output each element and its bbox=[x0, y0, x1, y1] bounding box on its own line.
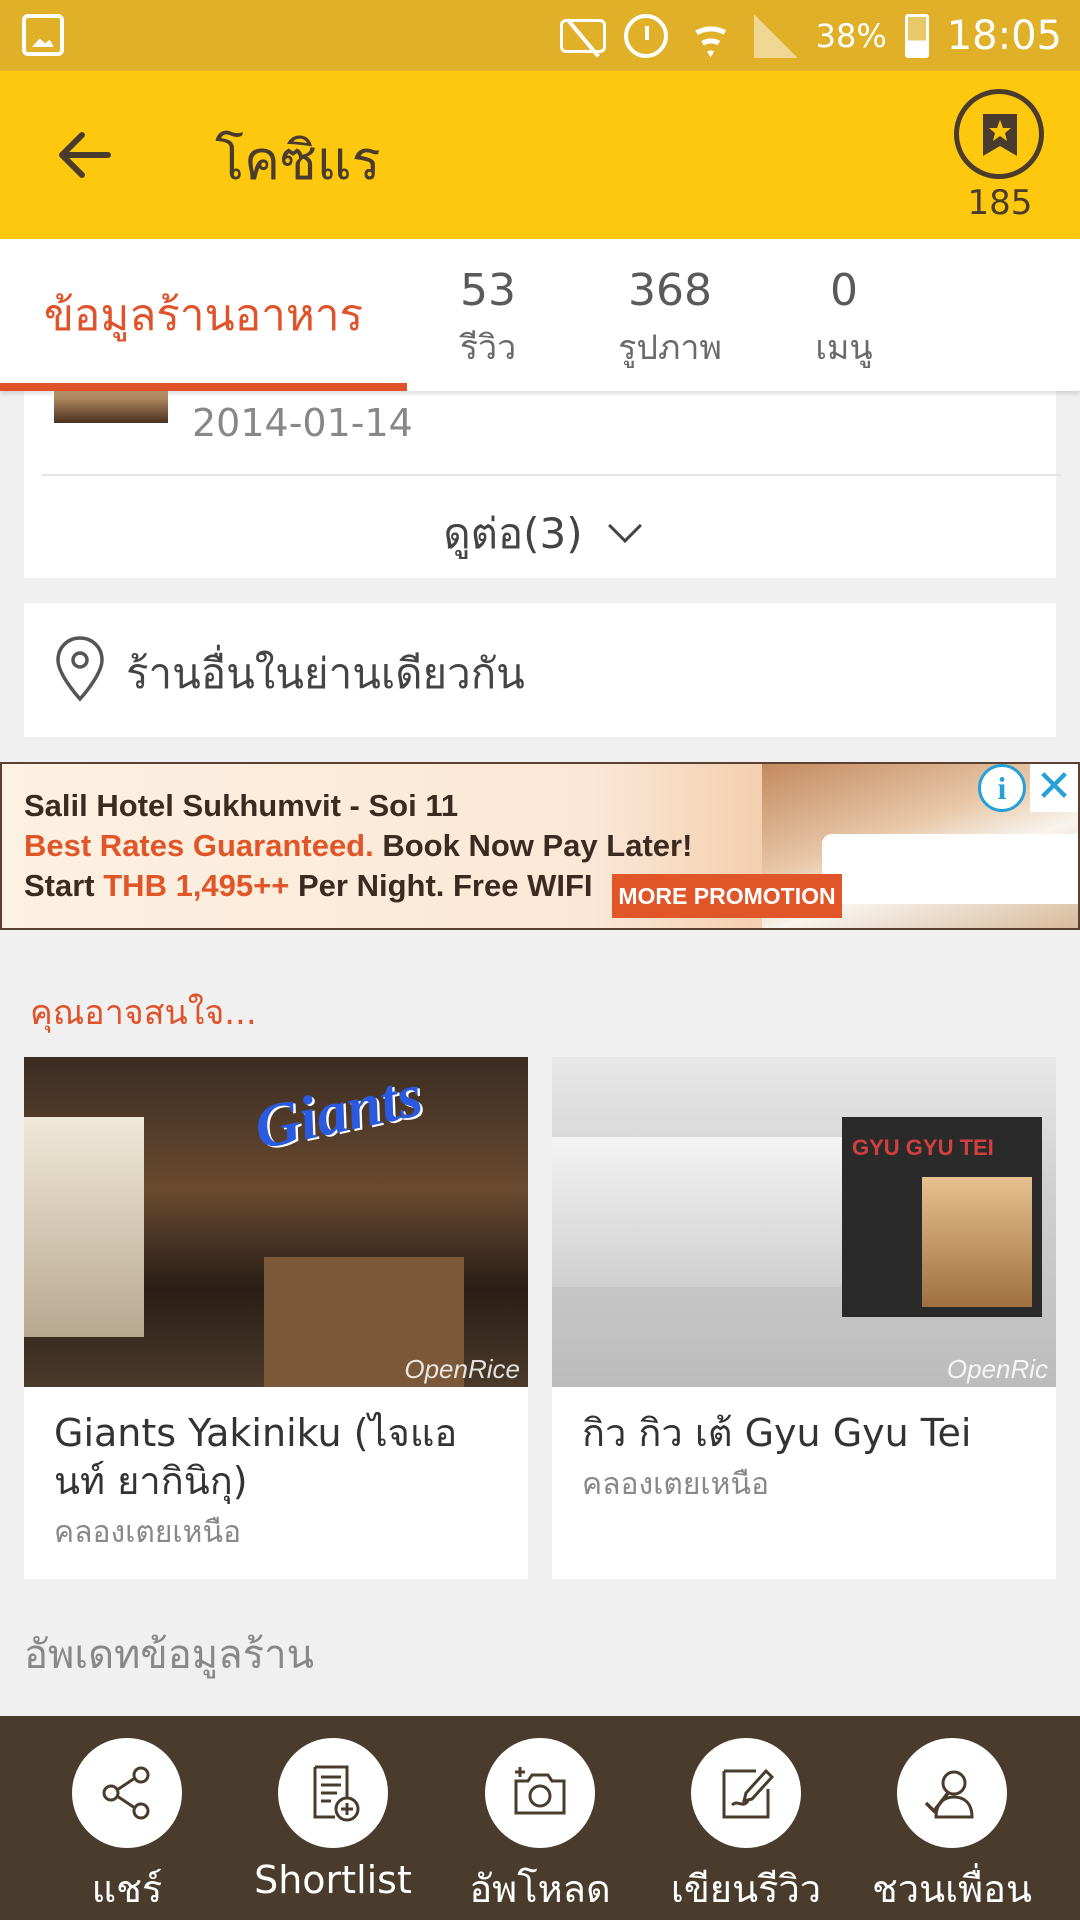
tab-bar: ข้อมูลร้านอาหาร 53 รีวิว 368 รูปภาพ 0 เม… bbox=[0, 239, 1080, 391]
shortlist-button[interactable]: Shortlist bbox=[233, 1738, 433, 1902]
update-info-heading[interactable]: อัพเดทข้อมูลร้าน bbox=[24, 1622, 314, 1686]
tab-photos-count: 368 bbox=[628, 265, 712, 316]
ad-price-start: Start bbox=[24, 868, 104, 903]
tab-menu-label: เมนู bbox=[815, 328, 873, 368]
ad-headline: Salil Hotel Sukhumvit - Soi 11 bbox=[24, 788, 459, 823]
bookmark-button[interactable] bbox=[954, 89, 1044, 179]
write-review-circle bbox=[691, 1738, 801, 1848]
location-pin-icon bbox=[56, 636, 104, 702]
signal-icon bbox=[753, 13, 798, 58]
share-label: แชร์ bbox=[91, 1867, 163, 1911]
ad-promotion-button[interactable]: MORE PROMOTION bbox=[612, 874, 842, 918]
divider bbox=[42, 474, 1062, 476]
action-bar: แชร์ Shortlist อัพโหลด เขียนรีวิว ชวนเพื… bbox=[0, 1716, 1080, 1920]
upload-label: อัพโหลด bbox=[469, 1867, 611, 1911]
ad-price-end: Per Night. Free WIFI bbox=[289, 868, 593, 903]
gallery-notification-icon bbox=[22, 14, 64, 56]
photo-watermark: OpenRice bbox=[404, 1354, 520, 1384]
see-more-label: ดูต่อ(3) bbox=[443, 509, 583, 558]
restaurant-area: คลองเตยเหนือ bbox=[582, 1467, 769, 1502]
nearby-restaurants-row[interactable]: ร้านอื่นในย่านเดียวกัน bbox=[24, 603, 1056, 737]
wifi-icon bbox=[685, 13, 736, 58]
battery-percent: 38% bbox=[815, 16, 887, 55]
upload-circle bbox=[485, 1738, 595, 1848]
photo-watermark: OpenRic bbox=[946, 1354, 1048, 1384]
restaurant-name: กิว กิว เต้ Gyu Gyu Tei bbox=[582, 1411, 972, 1455]
shortlist-label: Shortlist bbox=[254, 1858, 412, 1902]
tab-reviews[interactable]: 53 รีวิว bbox=[388, 265, 588, 374]
restaurant-area: คลองเตยเหนือ bbox=[54, 1515, 241, 1550]
nearby-label: ร้านอื่นในย่านเดียวกัน bbox=[126, 649, 525, 698]
battery-icon bbox=[904, 13, 929, 58]
invite-friend-circle bbox=[897, 1738, 1007, 1848]
invite-friend-label: ชวนเพื่อน bbox=[872, 1867, 1032, 1911]
write-review-button[interactable]: เขียนรีวิว bbox=[646, 1738, 846, 1919]
ad-tagline: Best Rates Guaranteed. Book Now Pay Late… bbox=[24, 828, 692, 864]
ad-price-highlight: THB 1,495++ bbox=[103, 868, 290, 903]
status-bar: 38% 18:05 bbox=[0, 0, 1080, 71]
restaurant-photo: Giants OpenRice bbox=[24, 1057, 528, 1387]
restaurant-card[interactable]: Giants OpenRice Giants Yakiniku (ไจแอนท์… bbox=[24, 1057, 528, 1579]
photo-sign: Giants bbox=[248, 1061, 428, 1163]
share-circle bbox=[72, 1738, 182, 1848]
app-bar: โคซิแร 185 bbox=[0, 71, 1080, 239]
review-date: 2014-01-14 bbox=[192, 401, 413, 445]
ad-banner[interactable]: Salil Hotel Sukhumvit - Soi 11 Best Rate… bbox=[0, 762, 1080, 930]
invite-friend-button[interactable]: ชวนเพื่อน bbox=[852, 1738, 1052, 1919]
upload-button[interactable]: อัพโหลด bbox=[440, 1738, 640, 1919]
photo-detail bbox=[24, 1117, 144, 1337]
tab-menu-count: 0 bbox=[830, 265, 858, 316]
ad-info-icon[interactable]: i bbox=[978, 764, 1026, 812]
review-thumbnail[interactable] bbox=[54, 391, 168, 423]
page-title: โคซิแร bbox=[215, 129, 381, 192]
tab-restaurant-info[interactable]: ข้อมูลร้านอาหาร bbox=[0, 239, 407, 391]
ad-bed-image bbox=[822, 834, 1078, 904]
share-button[interactable]: แชร์ bbox=[27, 1738, 227, 1919]
tab-photos[interactable]: 368 รูปภาพ bbox=[570, 265, 770, 374]
bookmark-star-icon bbox=[983, 114, 1017, 156]
back-button[interactable] bbox=[52, 123, 116, 187]
clock: 18:05 bbox=[946, 12, 1062, 59]
review-card: 2014-01-14 ดูต่อ(3) bbox=[24, 391, 1062, 578]
camera-icon bbox=[514, 1767, 566, 1815]
alarm-icon bbox=[623, 13, 668, 58]
write-review-icon bbox=[722, 1768, 775, 1819]
tab-photos-label: รูปภาพ bbox=[618, 328, 722, 368]
suggestions-heading: คุณอาจสนใจ... bbox=[30, 993, 257, 1033]
ad-price-line: Start THB 1,495++ Per Night. Free WIFI bbox=[24, 868, 593, 904]
invite-friend-icon bbox=[924, 1770, 974, 1819]
ad-tagline-highlight: Best Rates Guaranteed. bbox=[24, 828, 374, 863]
ad-tagline-rest: Book Now Pay Later! bbox=[373, 828, 693, 863]
tab-menu[interactable]: 0 เมนู bbox=[744, 265, 944, 374]
restaurant-card[interactable]: GYU GYU TEI OpenRic กิว กิว เต้ Gyu Gyu … bbox=[552, 1057, 1056, 1579]
share-icon bbox=[102, 1766, 150, 1820]
vibrate-mute-icon bbox=[559, 18, 606, 53]
status-indicators: 38% 18:05 bbox=[559, 0, 1062, 71]
chevron-down-icon bbox=[607, 509, 642, 543]
bookmark-count: 185 bbox=[967, 183, 1033, 223]
restaurant-name: Giants Yakiniku (ไจแอนท์ ยากินิกุ) bbox=[54, 1411, 458, 1503]
photo-sign: GYU GYU TEI bbox=[852, 1135, 994, 1160]
write-review-label: เขียนรีวิว bbox=[670, 1867, 822, 1911]
shortlist-icon bbox=[313, 1765, 360, 1822]
tab-reviews-count: 53 bbox=[460, 265, 516, 316]
ad-close-icon[interactable]: ✕ bbox=[1030, 764, 1078, 812]
restaurant-photo: GYU GYU TEI OpenRic bbox=[552, 1057, 1056, 1387]
photo-detail bbox=[552, 1137, 852, 1287]
see-more-button[interactable]: ดูต่อ(3) bbox=[24, 501, 1056, 567]
back-arrow-icon bbox=[59, 132, 111, 178]
shortlist-circle bbox=[278, 1738, 388, 1848]
photo-detail bbox=[922, 1177, 1032, 1307]
tab-reviews-label: รีวิว bbox=[459, 328, 517, 368]
